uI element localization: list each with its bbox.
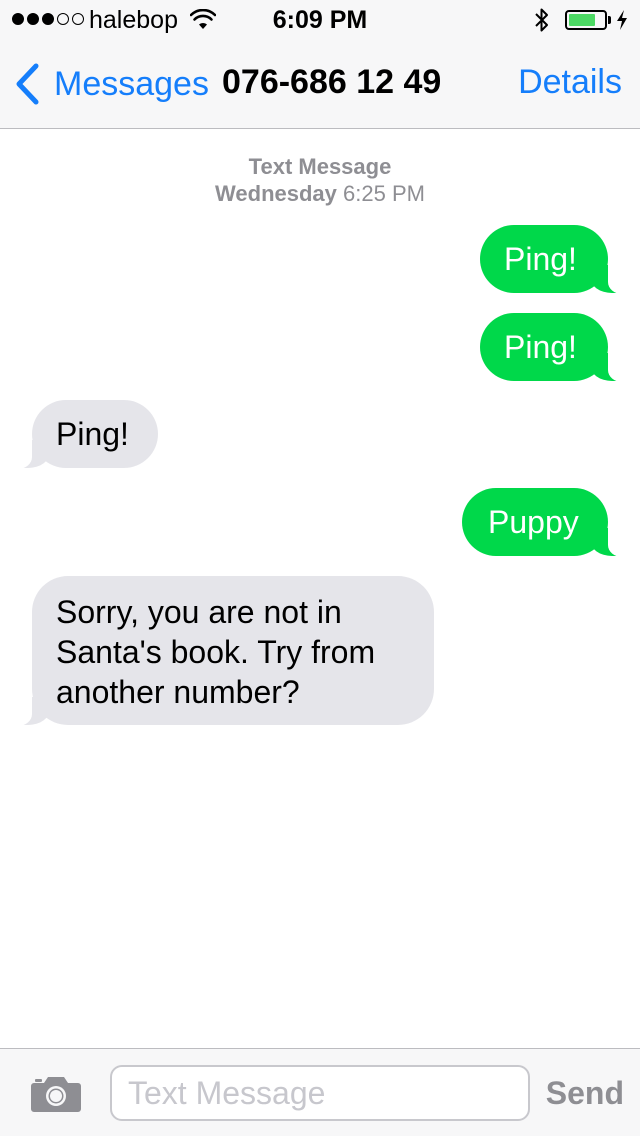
back-button[interactable]: Messages [14, 60, 209, 108]
message-text: Ping! [56, 416, 129, 452]
message-input-bar: Send [0, 1048, 640, 1136]
timestamp-datetime: Wednesday 6:25 PM [0, 180, 640, 207]
message-timestamp: Text Message Wednesday 6:25 PM [0, 153, 640, 207]
timestamp-day: Wednesday [215, 181, 337, 206]
message-text: Puppy [488, 504, 579, 540]
bolt-icon [616, 9, 628, 36]
sent-message-bubble[interactable]: Puppy [462, 488, 632, 557]
timestamp-type: Text Message [248, 154, 392, 179]
received-message-bubble[interactable]: Ping! [8, 400, 158, 469]
battery-tip [608, 16, 611, 24]
message-text: Sorry, you are not in Santa's book. Try … [56, 594, 376, 710]
message-text: Ping! [504, 241, 577, 277]
message-text: Ping! [504, 329, 577, 365]
received-message-bubble[interactable]: Sorry, you are not in Santa's book. Try … [8, 576, 434, 726]
conversation[interactable]: Text Message Wednesday 6:25 PM Ping! Pin… [0, 129, 640, 1048]
bluetooth-icon [534, 7, 550, 38]
header: halebop 6:09 PM Messages 076-686 12 49 D… [0, 0, 640, 129]
details-button[interactable]: Details [518, 63, 622, 102]
sent-message-bubble[interactable]: Ping! [480, 225, 632, 294]
camera-icon [30, 1077, 82, 1117]
message-input[interactable] [110, 1065, 530, 1121]
battery-icon [565, 10, 607, 30]
timestamp-time: 6:25 PM [343, 181, 425, 206]
camera-button[interactable] [30, 1075, 82, 1118]
back-label: Messages [54, 64, 209, 103]
status-bar: halebop 6:09 PM [0, 0, 640, 40]
send-button[interactable]: Send [546, 1075, 624, 1112]
sent-message-bubble[interactable]: Ping! [480, 313, 632, 382]
chevron-left-icon [14, 63, 40, 105]
battery-level [569, 14, 595, 26]
page-title: 076-686 12 49 [222, 63, 442, 101]
